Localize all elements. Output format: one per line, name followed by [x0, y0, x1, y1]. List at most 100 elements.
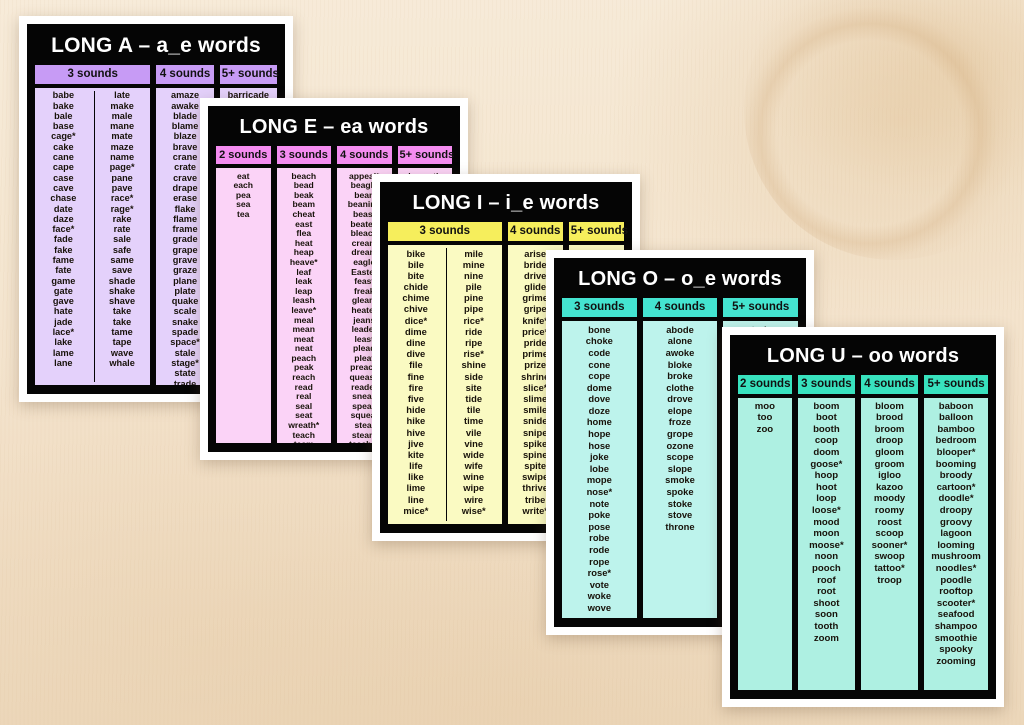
- word-item: zoo: [756, 423, 774, 435]
- word-item: shake: [109, 285, 136, 296]
- word-item: wide: [463, 448, 485, 460]
- word-item: fate: [55, 265, 72, 276]
- word-item: slice*: [522, 381, 548, 393]
- word-subcolumn: bone choke code cone cope dome dove doze home hop…: [563, 323, 636, 618]
- word-item: heave*: [289, 256, 318, 267]
- word-item: boot: [816, 412, 837, 424]
- word-item: chime: [402, 292, 430, 304]
- word-item: space*: [170, 337, 200, 348]
- word-item: smoothie: [934, 632, 978, 644]
- word-item: rice*: [463, 314, 484, 326]
- word-item: tape: [112, 337, 132, 348]
- word-item: date: [53, 203, 73, 214]
- word-item: grape: [172, 244, 198, 255]
- word-item: arise: [524, 247, 547, 259]
- word-item: pipe: [464, 303, 484, 315]
- word-item: stale: [174, 347, 196, 358]
- word-item: ozone: [666, 439, 694, 451]
- word-item: state: [174, 368, 196, 379]
- word-item: rose*: [587, 567, 612, 579]
- column-header: 5+ sounds: [722, 297, 800, 318]
- word-item: gate: [53, 285, 73, 296]
- word-item: rate: [113, 224, 131, 235]
- word-item: wise*: [461, 504, 486, 516]
- column-5plus-sounds: 5+ sounds baboon balloon bamboo bedroom bloo…: [923, 374, 989, 691]
- word-item: blaze: [173, 131, 197, 142]
- word-item: leash: [292, 295, 315, 306]
- word-item: rope: [589, 555, 610, 567]
- word-item: awake: [171, 100, 199, 111]
- word-item: slope: [667, 462, 693, 474]
- word-item: gave: [52, 296, 74, 307]
- word-item: vile: [465, 426, 482, 438]
- word-item: prize: [524, 359, 547, 371]
- word-item: bile: [407, 258, 424, 270]
- word-item: hike: [406, 415, 426, 427]
- word-item: seafood: [937, 609, 975, 621]
- word-item: bone: [588, 323, 611, 335]
- word-item: face*: [52, 224, 75, 235]
- word-item: pile: [465, 281, 482, 293]
- word-item: zone: [589, 613, 610, 618]
- column-word-list: moo too zoo: [737, 397, 793, 691]
- word-item: noodles*: [935, 562, 977, 574]
- word-item: stove: [667, 509, 693, 521]
- word-item: shoot: [813, 597, 840, 609]
- column-header: 5+ sounds: [218, 64, 279, 85]
- word-subcolumn: abode alone awoke bloke broke clothe drove elop…: [644, 324, 717, 615]
- word-item: flake: [174, 203, 196, 214]
- word-item: coop: [814, 435, 838, 447]
- word-item: tooth: [814, 620, 839, 632]
- word-item: bale: [54, 110, 73, 121]
- word-item: gripe: [523, 303, 547, 315]
- word-item: loose*: [811, 504, 841, 516]
- word-item: tile: [466, 404, 481, 416]
- column-word-list: boom boot booth coop doom goose* hoop hoot loop l…: [796, 397, 856, 691]
- word-item: base: [52, 121, 74, 132]
- word-subcolumn: bike bile bite chide chime chive dice* dime dine…: [389, 248, 443, 521]
- word-item: snide: [522, 415, 548, 427]
- word-item: chide: [403, 281, 429, 293]
- word-item: root: [817, 586, 836, 598]
- word-item: swipe: [522, 471, 549, 483]
- word-item: cheat: [292, 208, 315, 219]
- word-item: balloon: [939, 412, 974, 424]
- word-item: code: [588, 346, 611, 358]
- word-item: whale: [109, 357, 135, 368]
- word-item: spike: [523, 437, 548, 449]
- word-item: smoke: [665, 474, 695, 486]
- word-item: bead: [293, 180, 314, 191]
- column-2-sounds: 2 sounds moo too zoo: [737, 374, 793, 691]
- word-item: save: [111, 265, 133, 276]
- word-subcolumn: babe bake bale base cage* cake cane cape case cav…: [36, 90, 91, 382]
- word-item: write*: [522, 504, 548, 516]
- word-item: rode: [589, 544, 610, 556]
- word-item: poodle: [940, 574, 972, 586]
- word-item: cartoon*: [936, 481, 976, 493]
- word-item: blame: [171, 121, 199, 132]
- word-item: site: [465, 381, 482, 393]
- word-item: mean: [292, 324, 315, 335]
- column-header: 4 sounds: [641, 297, 719, 318]
- word-item: leave*: [291, 304, 317, 315]
- word-subcolumn: moo too zoo: [739, 401, 791, 687]
- word-item: grave: [172, 254, 198, 265]
- word-item: team: [294, 440, 314, 443]
- word-item: groom: [874, 458, 905, 470]
- word-item: blooper*: [936, 447, 976, 459]
- column-3-sounds: 3 sounds babe bake bale base cage* cake cane ca…: [34, 64, 152, 386]
- poster-long-u[interactable]: LONG U – oo words 2 sounds moo too zoo 3 s…: [722, 327, 1004, 707]
- word-item: booth: [813, 423, 840, 435]
- word-item: cake: [53, 141, 74, 152]
- column-header: 3 sounds: [275, 145, 332, 166]
- word-item: shine: [461, 359, 486, 371]
- word-item: file: [409, 359, 423, 371]
- word-item: broom: [874, 423, 905, 435]
- word-item: life: [409, 460, 423, 472]
- word-item: roof: [817, 574, 836, 586]
- word-item: cage*: [51, 131, 76, 142]
- word-item: chase: [50, 193, 77, 204]
- word-item: scoop: [875, 528, 904, 540]
- word-item: tide: [465, 392, 483, 404]
- word-item: tea: [237, 208, 250, 219]
